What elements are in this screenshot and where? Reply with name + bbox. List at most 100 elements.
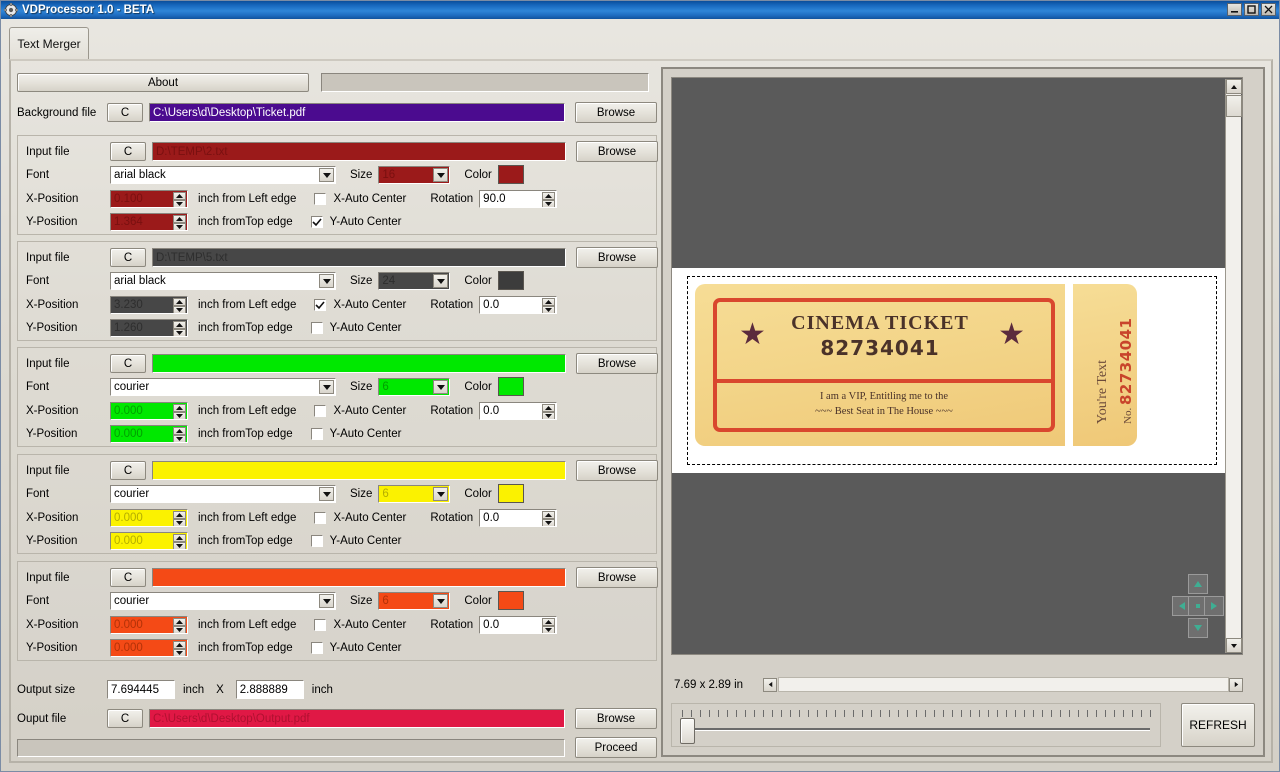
- x-position-stepper[interactable]: [173, 192, 186, 207]
- font-select[interactable]: courier: [110, 377, 336, 396]
- y-position-input[interactable]: 1.260: [110, 319, 188, 337]
- rotation-stepper[interactable]: [542, 511, 556, 526]
- size-select[interactable]: 16: [378, 165, 451, 184]
- chevron-down-icon[interactable]: [319, 593, 334, 608]
- size-select[interactable]: 6: [378, 484, 451, 503]
- chevron-down-icon[interactable]: [319, 486, 334, 501]
- y-position-input[interactable]: 1.364: [110, 213, 188, 231]
- rotation-stepper[interactable]: [542, 192, 556, 207]
- x-position-input[interactable]: 0.000: [110, 616, 188, 634]
- size-select[interactable]: 6: [378, 591, 451, 610]
- zoom-slider-thumb[interactable]: [680, 718, 695, 744]
- nav-down-button[interactable]: [1188, 618, 1208, 638]
- x-auto-center-checkbox[interactable]: [314, 299, 327, 311]
- color-swatch[interactable]: [497, 591, 524, 610]
- input-browse-button[interactable]: Browse: [576, 353, 658, 374]
- x-auto-center-checkbox[interactable]: [314, 405, 327, 417]
- chevron-down-icon[interactable]: [319, 379, 334, 394]
- x-auto-center-checkbox[interactable]: [314, 512, 327, 524]
- rotation-stepper[interactable]: [542, 404, 556, 419]
- font-select[interactable]: courier: [110, 591, 336, 610]
- chevron-down-icon[interactable]: [433, 379, 449, 394]
- output-file-input[interactable]: C:\Users\d\Desktop\Output.pdf: [149, 709, 565, 728]
- output-height-input[interactable]: 2.888889: [235, 680, 304, 699]
- x-position-input[interactable]: 0.000: [110, 509, 188, 527]
- y-position-stepper[interactable]: [173, 321, 186, 336]
- chevron-down-icon[interactable]: [433, 273, 449, 288]
- nav-right-button[interactable]: [1204, 596, 1224, 616]
- input-browse-button[interactable]: Browse: [576, 247, 658, 268]
- color-swatch[interactable]: [497, 271, 524, 290]
- about-button[interactable]: About: [17, 73, 309, 92]
- chevron-down-icon[interactable]: [433, 593, 449, 608]
- x-position-stepper[interactable]: [173, 298, 186, 313]
- hscroll-right-button[interactable]: [1229, 677, 1243, 692]
- preview-canvas[interactable]: ★ ★ CINEMA TICKET 82734041 I am a VIP, E…: [671, 77, 1243, 655]
- y-position-input[interactable]: 0.000: [110, 425, 188, 443]
- size-select[interactable]: 24: [378, 271, 451, 290]
- y-auto-center-checkbox[interactable]: [310, 642, 323, 654]
- preview-horizontal-scrollbar[interactable]: [778, 677, 1229, 692]
- rotation-input[interactable]: 0.0: [479, 509, 558, 527]
- minimize-button[interactable]: [1227, 3, 1242, 16]
- x-position-input[interactable]: 3.230: [110, 296, 188, 314]
- chevron-down-icon[interactable]: [433, 167, 449, 182]
- color-swatch[interactable]: [497, 377, 524, 396]
- input-clear-button[interactable]: C: [110, 568, 146, 587]
- proceed-button[interactable]: Proceed: [575, 737, 657, 758]
- rotation-input[interactable]: 0.0: [479, 296, 558, 314]
- background-browse-button[interactable]: Browse: [575, 102, 657, 123]
- rotation-input[interactable]: 0.0: [479, 616, 558, 634]
- input-clear-button[interactable]: C: [110, 142, 146, 161]
- color-swatch[interactable]: [497, 484, 524, 503]
- color-swatch[interactable]: [497, 165, 524, 184]
- input-clear-button[interactable]: C: [110, 248, 146, 267]
- x-position-stepper[interactable]: [173, 404, 186, 419]
- x-position-input[interactable]: 0.000: [110, 402, 188, 420]
- input-file-input[interactable]: D:\TEMP\2.txt: [152, 142, 566, 161]
- input-file-input[interactable]: D:\TEMP\5.txt: [152, 248, 566, 267]
- input-browse-button[interactable]: Browse: [576, 141, 658, 162]
- chevron-down-icon[interactable]: [433, 486, 449, 501]
- y-auto-center-checkbox[interactable]: [310, 535, 323, 547]
- input-clear-button[interactable]: C: [110, 354, 146, 373]
- font-select[interactable]: courier: [110, 484, 336, 503]
- y-position-stepper[interactable]: [173, 427, 186, 442]
- x-position-stepper[interactable]: [173, 511, 186, 526]
- y-auto-center-checkbox[interactable]: [310, 428, 323, 440]
- input-browse-button[interactable]: Browse: [576, 460, 658, 481]
- x-auto-center-checkbox[interactable]: [314, 193, 327, 205]
- output-browse-button[interactable]: Browse: [575, 708, 657, 729]
- font-select[interactable]: arial black: [110, 165, 336, 184]
- x-auto-center-checkbox[interactable]: [314, 619, 327, 631]
- hscroll-left-button[interactable]: [763, 677, 777, 692]
- input-clear-button[interactable]: C: [110, 461, 146, 480]
- y-position-input[interactable]: 0.000: [110, 532, 188, 550]
- rotation-input[interactable]: 90.0: [479, 190, 558, 208]
- scroll-up-button[interactable]: [1226, 79, 1242, 94]
- scroll-thumb[interactable]: [1226, 95, 1242, 117]
- nav-up-button[interactable]: [1188, 574, 1208, 594]
- chevron-down-icon[interactable]: [319, 167, 334, 182]
- maximize-button[interactable]: [1244, 3, 1259, 16]
- font-select[interactable]: arial black: [110, 271, 336, 290]
- y-auto-center-checkbox[interactable]: [310, 322, 323, 334]
- input-file-input[interactable]: [152, 461, 566, 480]
- tab-text-merger[interactable]: Text Merger: [9, 27, 89, 59]
- rotation-input[interactable]: 0.0: [479, 402, 558, 420]
- y-position-stepper[interactable]: [173, 534, 186, 549]
- zoom-slider-track[interactable]: [684, 728, 1150, 731]
- background-file-input[interactable]: C:\Users\d\Desktop\Ticket.pdf: [149, 103, 565, 122]
- input-file-input[interactable]: [152, 354, 566, 373]
- output-width-input[interactable]: 7.694445: [107, 680, 175, 699]
- x-position-input[interactable]: 0.100: [110, 190, 188, 208]
- y-position-stepper[interactable]: [173, 215, 186, 230]
- input-file-input[interactable]: [152, 568, 566, 587]
- x-position-stepper[interactable]: [173, 618, 186, 633]
- y-position-input[interactable]: 0.000: [110, 639, 188, 657]
- y-auto-center-checkbox[interactable]: [310, 216, 323, 228]
- background-clear-button[interactable]: C: [107, 103, 143, 122]
- output-clear-button[interactable]: C: [107, 709, 143, 728]
- input-browse-button[interactable]: Browse: [576, 567, 658, 588]
- y-position-stepper[interactable]: [173, 641, 186, 656]
